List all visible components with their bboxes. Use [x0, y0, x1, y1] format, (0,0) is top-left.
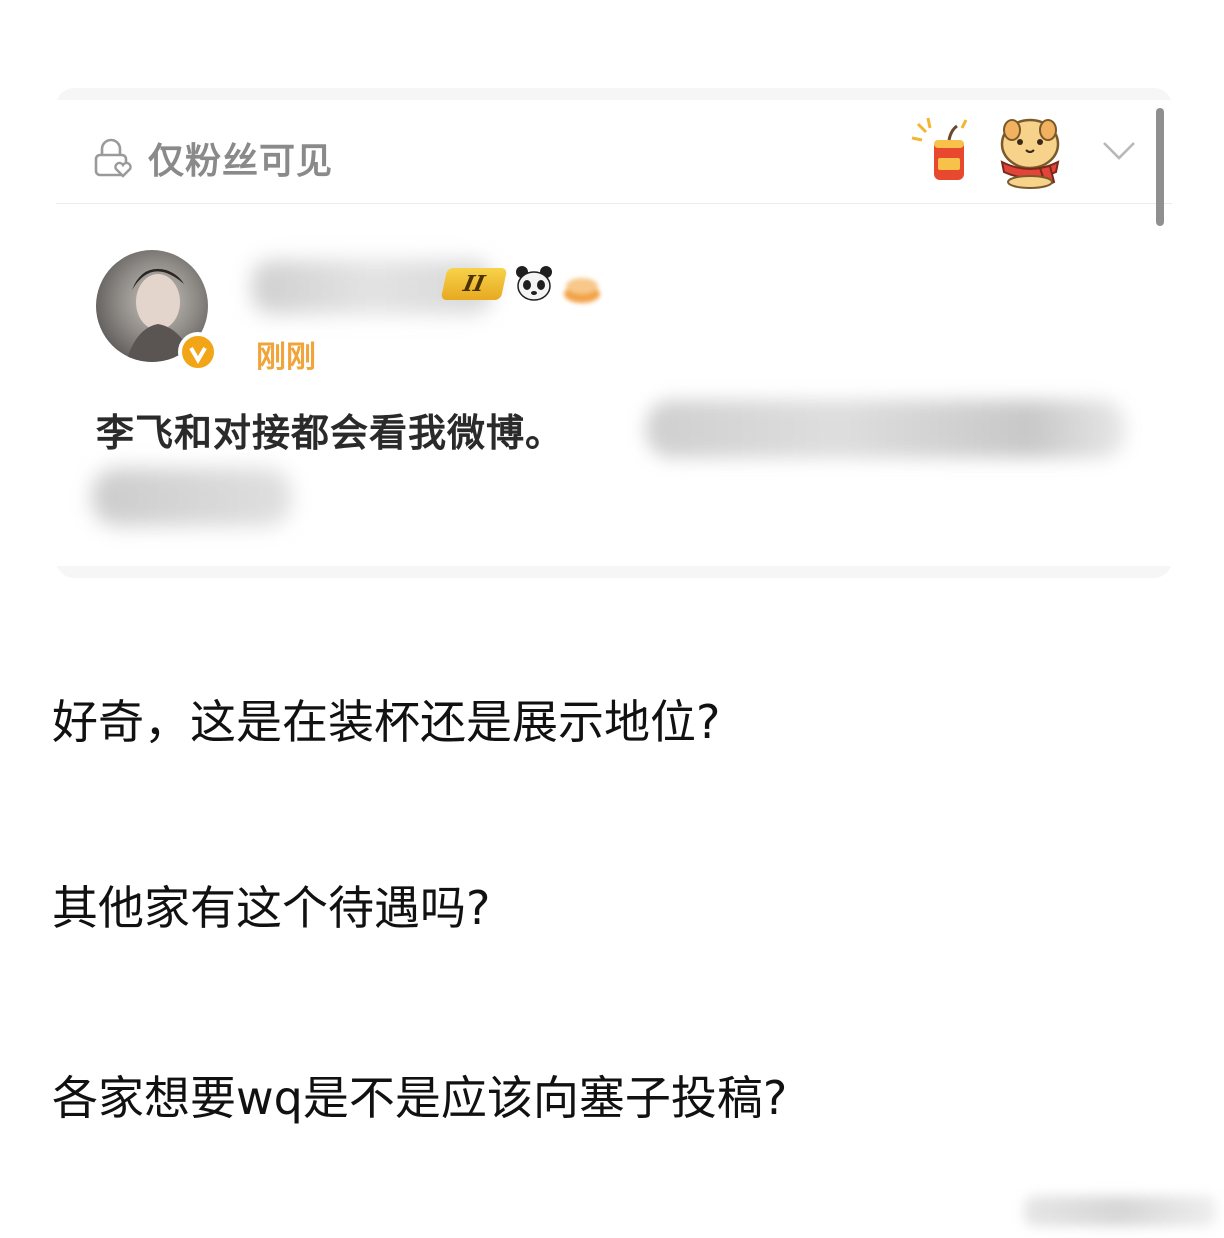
panda-icon: [516, 266, 552, 301]
dog-scarf-icon: [1000, 118, 1060, 189]
redacted-text: [646, 400, 1126, 458]
question-text: 好奇，这是在装杯还是展示地位?: [52, 695, 721, 749]
visibility-bar[interactable]: 仅粉丝可见: [56, 100, 1172, 226]
verified-badge: [178, 332, 218, 372]
lock-heart-icon: [94, 138, 132, 178]
firecracker-icon: [911, 117, 968, 180]
redacted-text: [92, 468, 292, 526]
page: 仅粉丝可见 II 刚刚 李飞和对接都会看我微博。 好奇，这是在装杯还是展示地位?…: [0, 0, 1224, 1238]
visibility-label: 仅粉丝可见: [148, 141, 334, 182]
post-timestamp: 刚刚: [256, 340, 316, 375]
watermark-redacted: [1024, 1196, 1216, 1226]
verified-check-icon: [189, 346, 207, 364]
cake-icon: [564, 278, 600, 303]
question-text: 其他家有这个待遇吗?: [52, 881, 491, 935]
scrollbar[interactable]: [1156, 108, 1164, 226]
level-badge: II: [440, 268, 508, 300]
post-text: 李飞和对接都会看我微博。: [96, 411, 565, 455]
chevron-down-icon[interactable]: [1102, 140, 1136, 162]
weibo-post: 仅粉丝可见 II 刚刚 李飞和对接都会看我微博。: [56, 100, 1172, 566]
question-text: 各家想要wq是不是应该向塞子投稿?: [52, 1071, 788, 1125]
screenshot-card: 仅粉丝可见 II 刚刚 李飞和对接都会看我微博。: [56, 88, 1172, 578]
